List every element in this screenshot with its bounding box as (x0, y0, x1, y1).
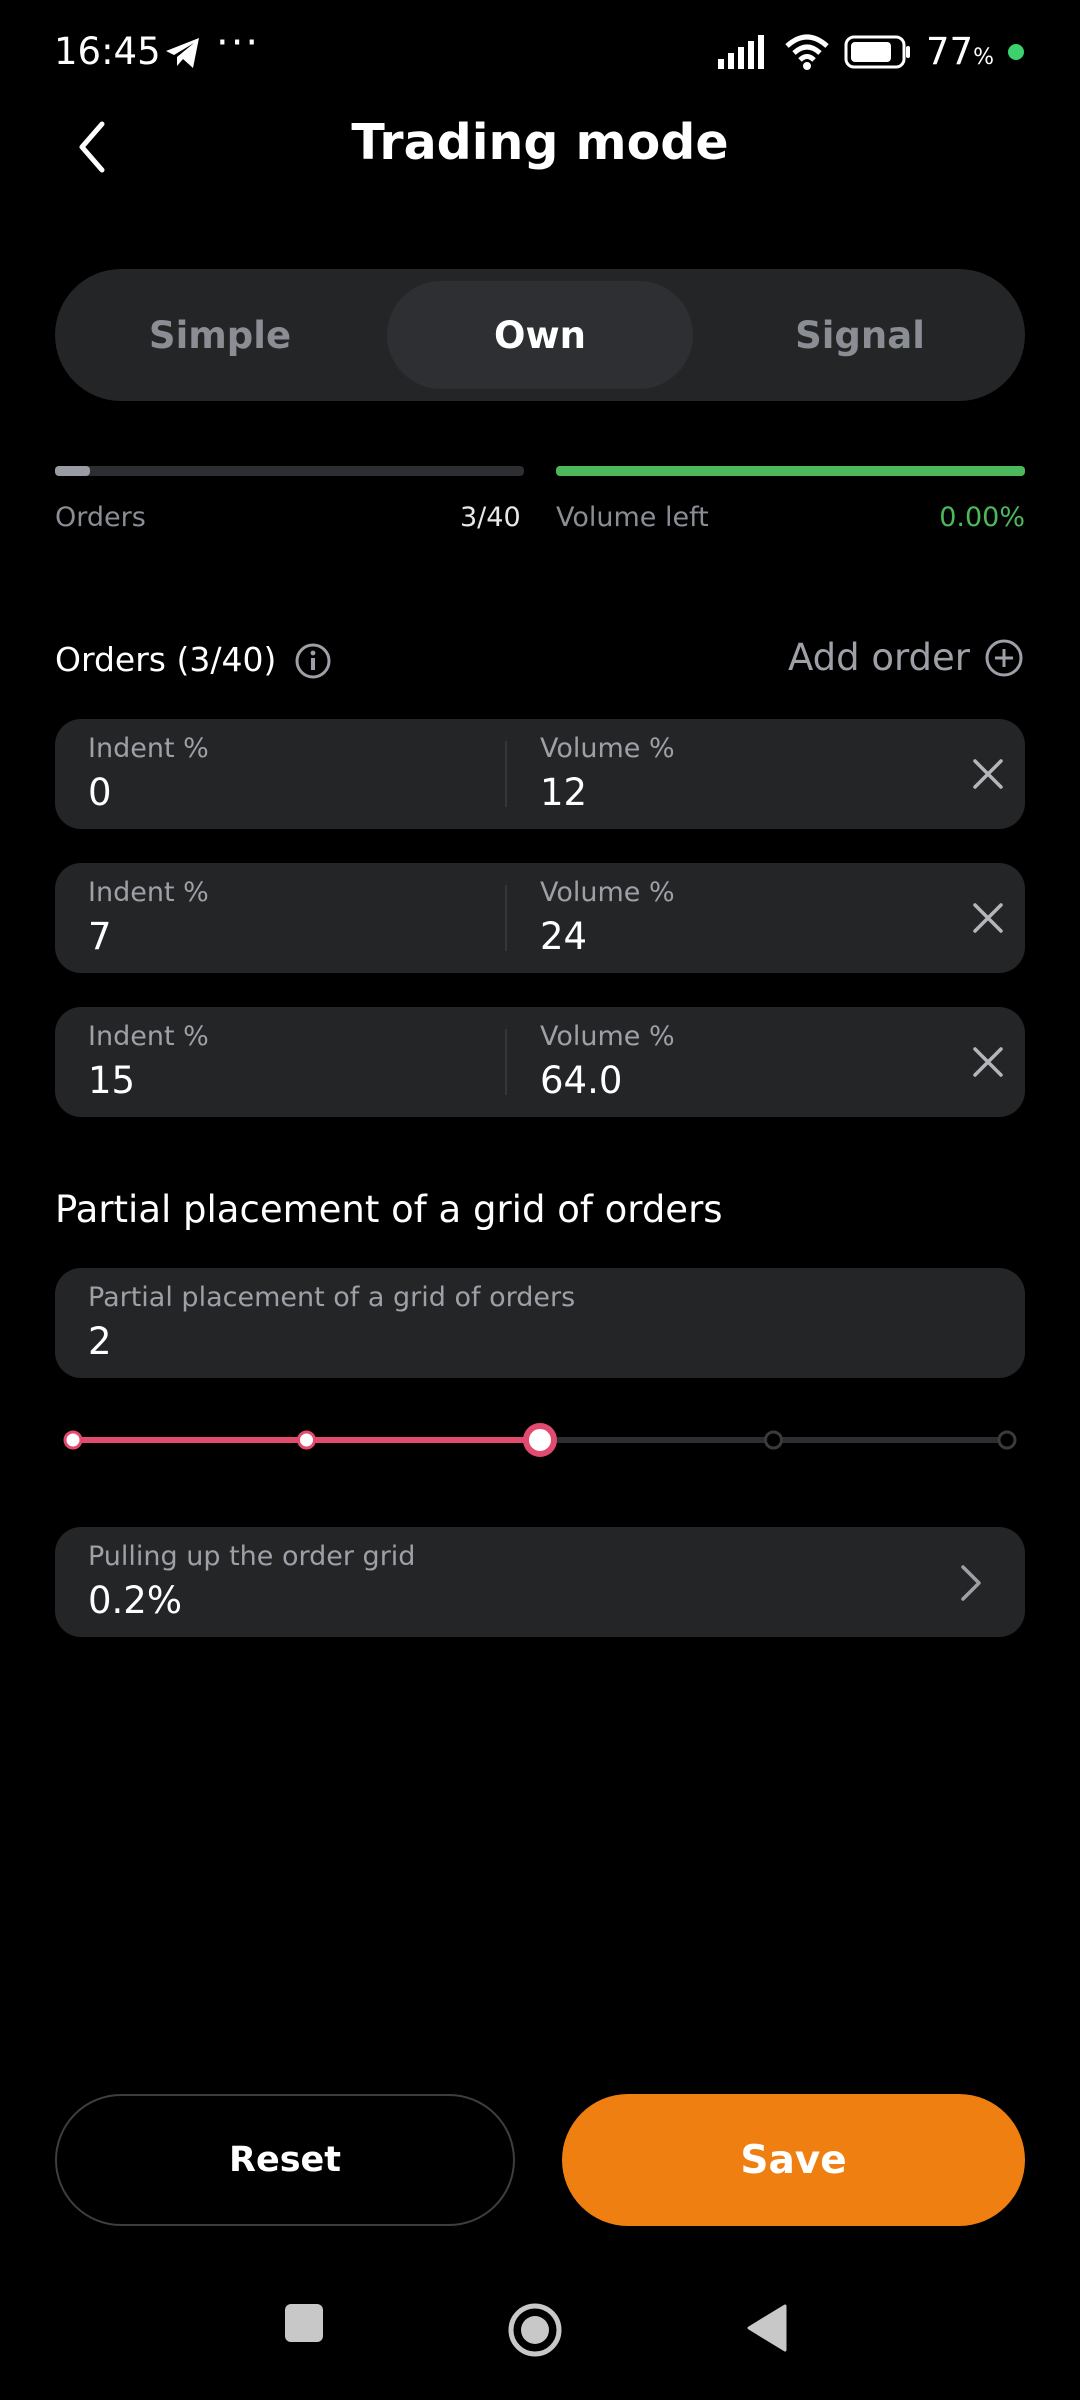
orders-progress-fill (55, 466, 91, 476)
battery-icon (844, 35, 910, 68)
partial-field-value: 2 (88, 1320, 112, 1363)
wifi-icon (785, 34, 829, 70)
recent-apps-icon[interactable] (283, 2302, 325, 2344)
indent-label: Indent % (88, 733, 209, 764)
plus-circle-icon (985, 639, 1023, 676)
orders-progress-track (55, 466, 524, 476)
save-button[interactable]: Save (562, 2094, 1025, 2226)
privacy-indicator (1008, 43, 1024, 60)
partial-field-label: Partial placement of a grid of orders (88, 1282, 576, 1313)
indent-label: Indent % (88, 877, 209, 908)
status-right: 77% (718, 30, 1024, 73)
slider-step[interactable] (297, 1430, 316, 1450)
volume-progress-fill (556, 466, 1025, 476)
back-nav-icon[interactable] (745, 2304, 789, 2352)
slider-step[interactable] (764, 1430, 783, 1450)
divider (505, 1029, 507, 1095)
volume-input[interactable]: 12 (540, 771, 587, 814)
volume-progress-track (556, 466, 1025, 476)
partial-section-title: Partial placement of a grid of orders (55, 1188, 723, 1231)
telegram-icon (166, 38, 199, 68)
mode-tabs: Simple Own Signal (55, 269, 1025, 401)
indent-input[interactable]: 7 (88, 915, 112, 958)
volume-input[interactable]: 24 (540, 915, 587, 958)
add-order-label: Add order (787, 636, 970, 679)
info-icon[interactable] (294, 642, 332, 680)
tab-own[interactable]: Own (387, 281, 693, 389)
pulling-up-label: Pulling up the order grid (88, 1541, 416, 1572)
orders-progress-label: Orders (55, 502, 146, 533)
chevron-right-icon (961, 1565, 981, 1601)
indent-input[interactable]: 15 (88, 1059, 135, 1102)
home-icon[interactable] (507, 2302, 563, 2358)
pulling-up-value: 0.2% (88, 1579, 182, 1622)
remove-order-icon[interactable] (969, 755, 1007, 793)
slider-thumb[interactable] (523, 1423, 557, 1457)
tab-signal[interactable]: Signal (707, 281, 1013, 389)
volume-left-value: 0.00% (939, 502, 1025, 533)
partial-placement-slider[interactable] (55, 1420, 1025, 1460)
add-order-button[interactable]: Add order (788, 636, 1024, 679)
slider-step[interactable] (63, 1430, 83, 1450)
order-row: Indent % 0 Volume % 12 (55, 719, 1025, 829)
volume-left-label: Volume left (556, 502, 709, 533)
indent-label: Indent % (88, 1021, 209, 1052)
orders-section-title: Orders (3/40) (55, 640, 277, 679)
volume-label: Volume % (540, 733, 675, 764)
order-row: Indent % 7 Volume % 24 (55, 863, 1025, 973)
divider (505, 885, 507, 951)
remove-order-icon[interactable] (969, 899, 1007, 937)
tab-simple[interactable]: Simple (67, 281, 373, 389)
signal-icon (718, 34, 764, 69)
battery-percent: 77% (926, 30, 994, 73)
status-time: 16:45 (54, 30, 161, 73)
indent-input[interactable]: 0 (88, 771, 112, 814)
more-notifications-icon: ··· (216, 20, 261, 66)
reset-button[interactable]: Reset (55, 2094, 515, 2226)
slider-step[interactable] (997, 1430, 1017, 1450)
partial-placement-field[interactable]: Partial placement of a grid of orders 2 (55, 1268, 1025, 1378)
volume-label: Volume % (540, 1021, 675, 1052)
divider (505, 741, 507, 807)
orders-progress-value: 3/40 (460, 502, 521, 533)
page-title: Trading mode (351, 114, 729, 171)
volume-input[interactable]: 64.0 (540, 1059, 622, 1102)
volume-label: Volume % (540, 877, 675, 908)
remove-order-icon[interactable] (969, 1043, 1007, 1081)
order-row: Indent % 15 Volume % 64.0 (55, 1007, 1025, 1117)
pulling-up-row[interactable]: Pulling up the order grid 0.2% (55, 1527, 1025, 1637)
